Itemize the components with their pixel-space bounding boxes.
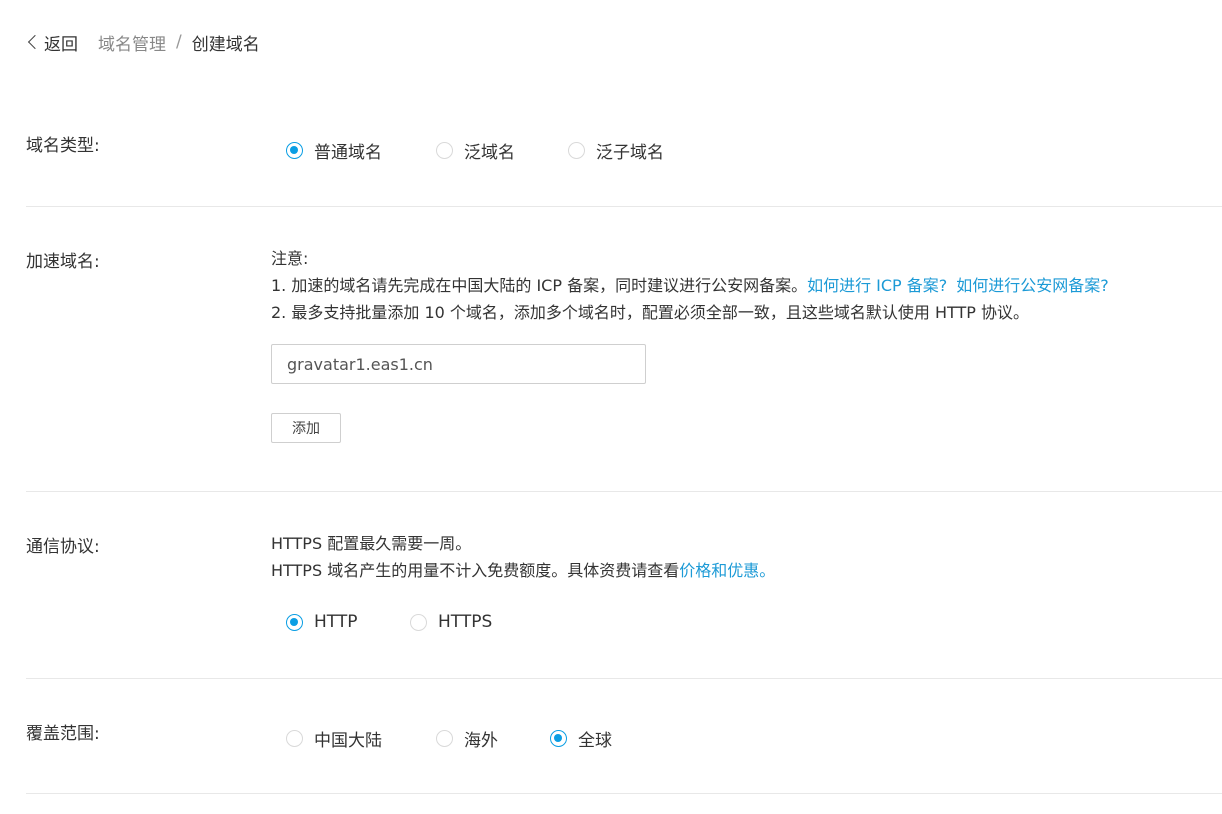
create-domain-page: 返回 域名管理 / 创建域名 域名类型: 普通域名 泛域名 泛子域名 加速域名: bbox=[0, 0, 1222, 814]
https-note-line-2: HTTPS 域名产生的用量不计入免费额度。具体资费请查看价格和优惠。 bbox=[271, 557, 775, 584]
breadcrumb: 返回 域名管理 / 创建域名 bbox=[26, 28, 260, 56]
pricing-link[interactable]: 价格和优惠。 bbox=[679, 561, 775, 580]
protocol-radio-group: HTTP HTTPS bbox=[286, 612, 492, 632]
back-button[interactable]: 返回 bbox=[26, 30, 78, 55]
accelerate-domain-label: 加速域名: bbox=[26, 252, 100, 272]
radio-https[interactable]: HTTPS bbox=[410, 612, 492, 632]
coverage-radio-group: 中国大陆 海外 全球 bbox=[286, 726, 612, 751]
radio-label: HTTPS bbox=[438, 612, 493, 632]
breadcrumb-domain-management[interactable]: 域名管理 bbox=[98, 30, 166, 55]
radio-wildcard-domain[interactable]: 泛域名 bbox=[436, 138, 568, 163]
radio-label: 海外 bbox=[464, 731, 498, 751]
breadcrumb-separator: / bbox=[176, 32, 182, 52]
radio-unchecked-icon bbox=[436, 142, 453, 159]
https-note-line-1: HTTPS 配置最久需要一周。 bbox=[271, 534, 472, 553]
note-line-1: 1. 加速的域名请先完成在中国大陆的 ICP 备案，同时建议进行公安网备案。如何… bbox=[271, 272, 1109, 299]
radio-checked-icon bbox=[550, 730, 567, 747]
coverage-section: 覆盖范围: 中国大陆 海外 全球 bbox=[26, 679, 1222, 794]
domain-input[interactable] bbox=[271, 344, 646, 384]
note-1-text: 1. 加速的域名请先完成在中国大陆的 ICP 备案，同时建议进行公安网备案。 bbox=[271, 276, 808, 295]
radio-label: 泛域名 bbox=[464, 143, 515, 163]
protocol-label: 通信协议: bbox=[26, 537, 100, 557]
radio-unchecked-icon bbox=[568, 142, 585, 159]
radio-normal-domain[interactable]: 普通域名 bbox=[286, 138, 436, 163]
domain-type-section: 域名类型: 普通域名 泛域名 泛子域名 bbox=[26, 100, 1222, 207]
add-domain-button[interactable]: 添加 bbox=[271, 413, 341, 443]
protocol-section: 通信协议: HTTPS 配置最久需要一周。 HTTPS 域名产生的用量不计入免费… bbox=[26, 492, 1222, 679]
domain-type-radio-group: 普通域名 泛域名 泛子域名 bbox=[286, 138, 664, 163]
accelerate-domain-notes: 注意: 1. 加速的域名请先完成在中国大陆的 ICP 备案，同时建议进行公安网备… bbox=[271, 245, 1109, 326]
radio-http[interactable]: HTTP bbox=[286, 612, 410, 632]
radio-wildcard-subdomain[interactable]: 泛子域名 bbox=[568, 138, 664, 163]
page-title: 创建域名 bbox=[191, 34, 260, 55]
chevron-left-icon bbox=[27, 34, 43, 50]
radio-label: 泛子域名 bbox=[596, 143, 664, 163]
back-label: 返回 bbox=[44, 34, 78, 55]
radio-label: 全球 bbox=[578, 731, 612, 751]
radio-unchecked-icon bbox=[286, 730, 303, 747]
radio-overseas[interactable]: 海外 bbox=[436, 726, 550, 751]
radio-global[interactable]: 全球 bbox=[550, 726, 612, 751]
https-note-2-text: HTTPS 域名产生的用量不计入免费额度。具体资费请查看 bbox=[271, 561, 680, 580]
note-line-2: 2. 最多支持批量添加 10 个域名，添加多个域名时，配置必须全部一致，且这些域… bbox=[271, 303, 1030, 322]
radio-label: 中国大陆 bbox=[314, 731, 382, 751]
coverage-label: 覆盖范围: bbox=[26, 724, 100, 744]
radio-unchecked-icon bbox=[410, 613, 427, 631]
accelerate-domain-section: 加速域名: 注意: 1. 加速的域名请先完成在中国大陆的 ICP 备案，同时建议… bbox=[26, 207, 1222, 492]
public-security-filing-link[interactable]: 如何进行公安网备案? bbox=[956, 276, 1109, 295]
radio-label: HTTP bbox=[314, 612, 358, 632]
protocol-notes: HTTPS 配置最久需要一周。 HTTPS 域名产生的用量不计入免费额度。具体资… bbox=[271, 530, 775, 584]
note-title: 注意: bbox=[271, 249, 309, 268]
radio-unchecked-icon bbox=[436, 730, 453, 747]
domain-type-label: 域名类型: bbox=[26, 136, 100, 156]
radio-checked-icon bbox=[286, 613, 303, 631]
radio-mainland-china[interactable]: 中国大陆 bbox=[286, 726, 436, 751]
radio-checked-icon bbox=[286, 142, 303, 159]
radio-label: 普通域名 bbox=[314, 143, 382, 163]
icp-filing-link[interactable]: 如何进行 ICP 备案? bbox=[807, 276, 947, 295]
